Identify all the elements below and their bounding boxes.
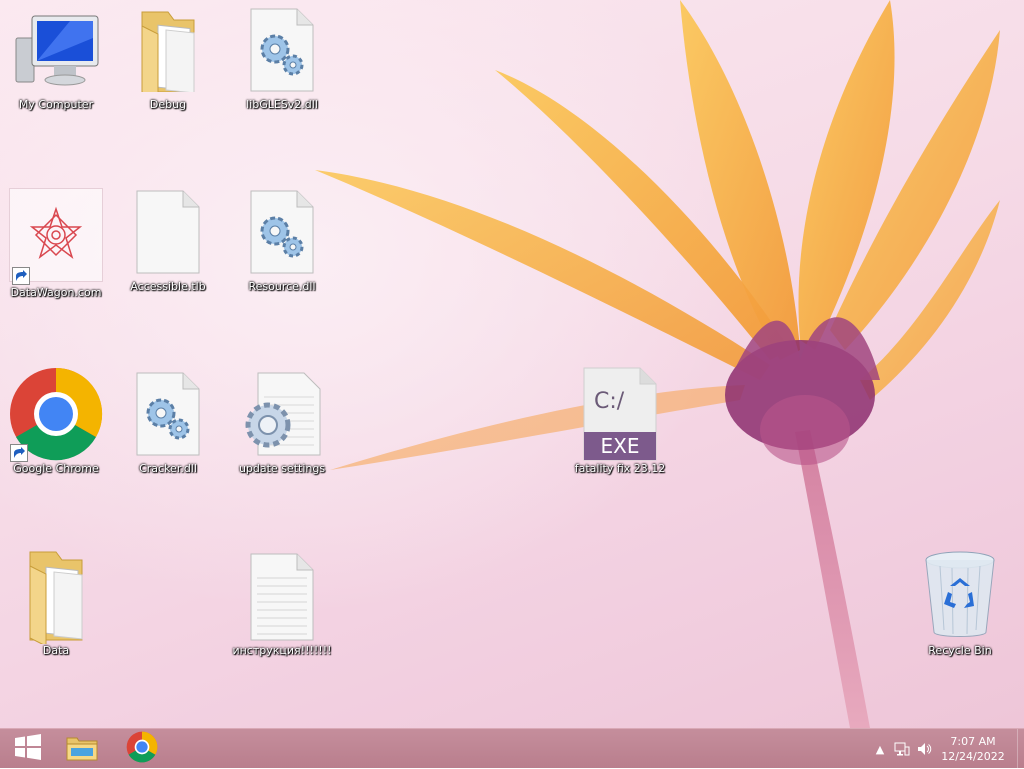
shortcut-arrow-icon (12, 267, 30, 285)
exe-file-icon: C:/ EXE (572, 367, 668, 461)
windows-logo-icon (14, 734, 42, 764)
taskbar-chrome-button[interactable] (114, 729, 170, 769)
start-button[interactable] (0, 729, 56, 769)
exe-badge-text: EXE (601, 434, 640, 458)
taskbar: ▲ 7:07 AM 12/24/2022 (0, 728, 1024, 769)
desktop-icon-my-computer[interactable]: My Computer (2, 6, 110, 118)
desktop-icon-datawagon-shortcut[interactable]: DataWagon.com (2, 188, 110, 300)
text-file-icon (234, 552, 330, 641)
folder-icon (8, 551, 104, 644)
tray-overflow-chevron-icon[interactable]: ▲ (869, 729, 891, 769)
desktop-icon-resource-dll[interactable]: Resource.dll (228, 188, 336, 300)
icon-label: Recycle Bin (928, 644, 992, 657)
network-icon[interactable] (891, 729, 913, 769)
exe-prompt-text: C:/ (594, 389, 625, 414)
folder-icon (120, 6, 216, 94)
desktop-icon-update-settings[interactable]: update settings (228, 370, 336, 482)
icon-label: libGLESv2.dll (246, 98, 318, 111)
recycle-bin-icon (912, 551, 1008, 640)
system-tray: ▲ 7:07 AM 12/24/2022 (869, 729, 1024, 769)
icon-label: fatality fix 23.12 (574, 462, 666, 475)
desktop-icon-fatality-fix-exe[interactable]: C:/ EXE fatality fix 23.12 (566, 367, 674, 482)
taskbar-clock[interactable]: 7:07 AM 12/24/2022 (935, 734, 1017, 764)
icon-label: My Computer (18, 98, 94, 111)
shortcut-arrow-icon (10, 444, 28, 462)
icon-label: Data (42, 644, 70, 657)
icon-label: Resource.dll (248, 280, 316, 293)
show-desktop-button[interactable] (1017, 729, 1024, 769)
volume-icon[interactable] (913, 729, 935, 769)
file-explorer-icon (65, 732, 99, 766)
clock-date: 12/24/2022 (941, 750, 1005, 763)
desktop-icon-google-chrome[interactable]: Google Chrome (2, 367, 110, 482)
desktop-icon-libglesv2-dll[interactable]: libGLESv2.dll (228, 6, 336, 118)
icon-label: Cracker.dll (139, 462, 197, 475)
icon-label: update settings (238, 462, 326, 475)
icon-label: Google Chrome (13, 462, 99, 475)
desktop-icon-data-folder[interactable]: Data (2, 551, 110, 664)
desktop-icon-accessible-tlb[interactable]: Accessible.tlb (114, 188, 222, 300)
dll-gear-file-icon (234, 188, 330, 276)
icon-label: DataWagon.com (10, 286, 102, 299)
website-shortcut-icon (9, 188, 103, 285)
desktop-icon-instruction-txt[interactable]: инструкция!!!!!!! (228, 552, 336, 664)
dll-gear-file-icon (234, 6, 330, 94)
icon-label: Accessible.tlb (130, 280, 206, 293)
desktop-icon-debug-folder[interactable]: Debug (114, 6, 222, 118)
settings-file-icon (234, 370, 330, 458)
dll-gear-file-icon (120, 370, 216, 458)
desktop-icon-cracker-dll[interactable]: Cracker.dll (114, 370, 222, 482)
blank-file-icon (120, 188, 216, 276)
icon-label: Debug (149, 98, 187, 111)
icon-label: инструкция!!!!!!! (232, 644, 332, 657)
chrome-icon (8, 367, 104, 462)
taskbar-file-explorer-button[interactable] (54, 729, 110, 769)
desktop: My Computer Debug libGLESv2.dll DataWago… (0, 0, 1024, 728)
chrome-icon (126, 731, 158, 767)
computer-icon (8, 6, 104, 94)
desktop-icon-recycle-bin[interactable]: Recycle Bin (906, 551, 1014, 664)
clock-time: 7:07 AM (950, 735, 996, 748)
